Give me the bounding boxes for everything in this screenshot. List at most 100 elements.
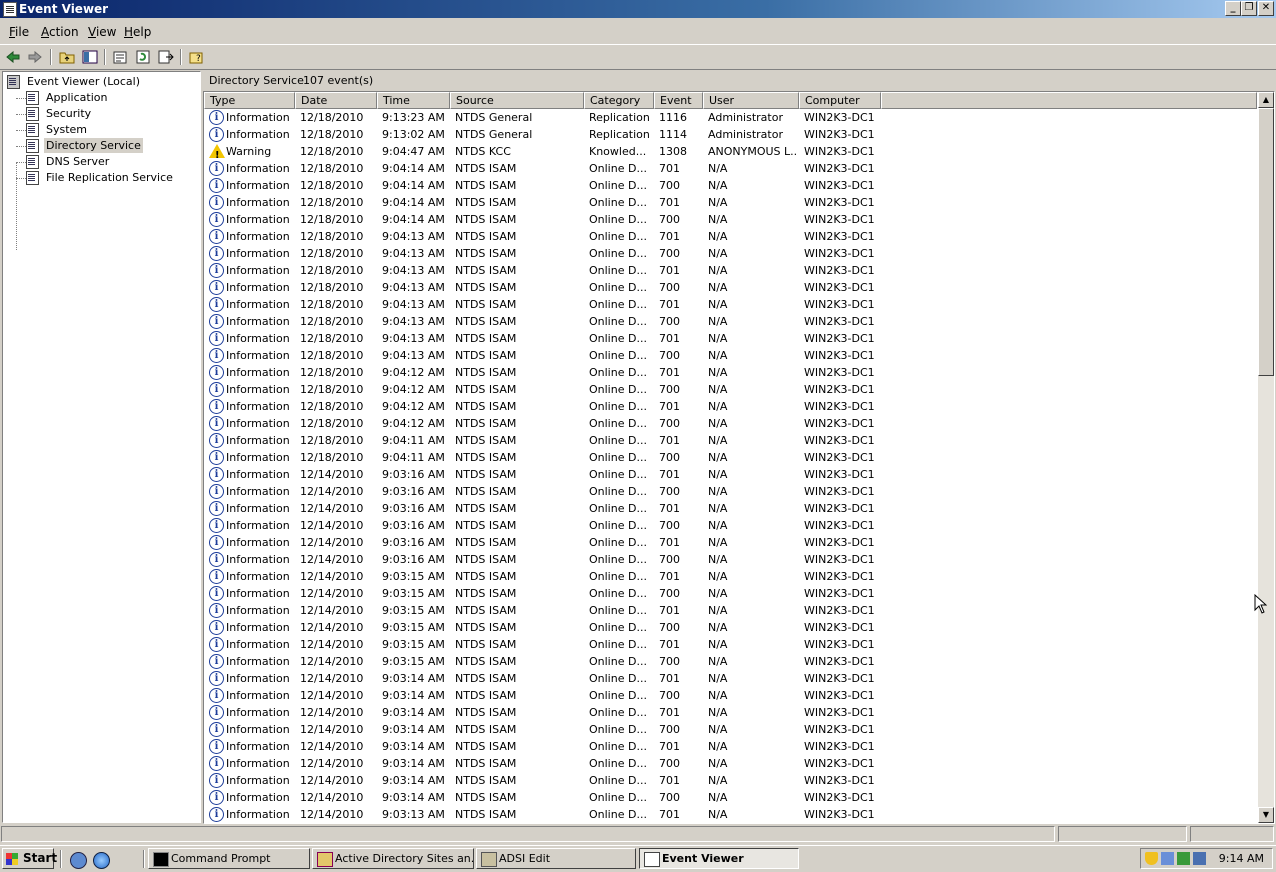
table-row[interactable]: i Information 12/18/2010 9:04:13 AM NTDS ISA… <box>204 330 1257 347</box>
table-row[interactable]: Warning 12/18/2010 9:04:47 AM NTDS KCC Knowl… <box>204 143 1257 164</box>
scroll-up-arrow-icon[interactable]: ▲ <box>1258 92 1274 108</box>
cell-computer: WIN2K3-DC1 <box>804 502 875 515</box>
scrollbar-thumb[interactable] <box>1258 108 1274 376</box>
event-viewer-icon <box>644 852 660 867</box>
show-desktop-icon[interactable] <box>70 852 87 869</box>
table-row[interactable]: i Information 12/18/2010 9:04:12 AM NTDS ISA… <box>204 415 1257 432</box>
cell-category: Online D... <box>589 298 647 311</box>
menu-help-mnemonic: H <box>124 25 134 39</box>
table-row[interactable]: i Information 12/18/2010 9:04:13 AM NTDS ISA… <box>204 245 1257 262</box>
menu-file[interactable]: File <box>9 25 29 39</box>
table-row[interactable]: i Information 12/14/2010 9:03:16 AM NTDS ISA… <box>204 500 1257 517</box>
cell-computer: WIN2K3-DC1 <box>804 757 875 770</box>
column-header-category[interactable]: Category <box>584 92 654 109</box>
export-list-icon[interactable] <box>157 48 175 66</box>
table-row[interactable]: i Information 12/14/2010 9:03:14 AM NTDS ISA… <box>204 755 1257 772</box>
cell-event: 701 <box>659 672 680 685</box>
table-row[interactable]: i Information 12/14/2010 9:03:14 AM NTDS ISA… <box>204 738 1257 755</box>
network-icon[interactable] <box>1161 852 1174 865</box>
table-row[interactable]: i Information 12/14/2010 9:03:13 AM NTDS ISA… <box>204 806 1257 823</box>
refresh-icon[interactable] <box>134 48 152 66</box>
menu-view-mnemonic: V <box>88 25 96 39</box>
help-icon[interactable]: ? <box>188 48 206 66</box>
table-row[interactable]: i Information 12/14/2010 9:03:14 AM NTDS ISA… <box>204 772 1257 789</box>
table-row[interactable]: i Information 12/18/2010 9:04:12 AM NTDS ISA… <box>204 398 1257 415</box>
table-row[interactable]: i Information 12/14/2010 9:03:15 AM NTDS ISA… <box>204 585 1257 602</box>
scroll-down-arrow-icon[interactable]: ▼ <box>1258 807 1274 823</box>
menu-view[interactable]: View <box>88 25 116 39</box>
task-adsi-edit[interactable]: ADSI Edit <box>476 848 636 869</box>
column-header-source[interactable]: Source <box>450 92 584 109</box>
column-header-time[interactable]: Time <box>377 92 450 109</box>
table-row[interactable]: i Information 12/14/2010 9:03:16 AM NTDS ISA… <box>204 534 1257 551</box>
table-row[interactable]: i Information 12/18/2010 9:04:11 AM NTDS ISA… <box>204 449 1257 466</box>
table-row[interactable]: i Information 12/14/2010 9:03:15 AM NTDS ISA… <box>204 619 1257 636</box>
menu-help[interactable]: Help <box>124 25 151 39</box>
vertical-scrollbar[interactable]: ▲ ▼ <box>1258 92 1274 823</box>
table-row[interactable]: i Information 12/14/2010 9:03:15 AM NTDS ISA… <box>204 602 1257 619</box>
show-hide-tree-icon[interactable] <box>81 48 99 66</box>
table-row[interactable]: i Information 12/18/2010 9:04:14 AM NTDS ISA… <box>204 160 1257 177</box>
back-arrow-icon[interactable] <box>4 48 22 66</box>
security-shield-icon[interactable] <box>1145 852 1158 865</box>
display-icon[interactable] <box>1193 852 1206 865</box>
restore-button[interactable]: ❐ <box>1241 1 1257 16</box>
forward-arrow-icon[interactable] <box>26 48 44 66</box>
table-row[interactable]: i Information 12/18/2010 9:04:13 AM NTDS ISA… <box>204 279 1257 296</box>
task-command-prompt[interactable]: Command Prompt <box>148 848 310 869</box>
column-header-event[interactable]: Event <box>654 92 703 109</box>
internet-explorer-icon[interactable] <box>93 852 110 869</box>
table-row[interactable]: i Information 12/14/2010 9:03:16 AM NTDS ISA… <box>204 517 1257 534</box>
table-row[interactable]: i Information 12/14/2010 9:03:16 AM NTDS ISA… <box>204 551 1257 568</box>
cell-time: 9:04:14 AM <box>382 196 445 209</box>
column-header-type[interactable]: Type <box>204 92 295 109</box>
menu-action[interactable]: Action <box>41 25 79 39</box>
table-row[interactable]: i Information 12/18/2010 9:04:14 AM NTDS ISA… <box>204 177 1257 194</box>
table-row[interactable]: i Information 12/18/2010 9:04:12 AM NTDS ISA… <box>204 381 1257 398</box>
start-button[interactable]: Start <box>2 848 57 869</box>
cell-type: Information <box>226 196 290 209</box>
table-row[interactable]: i Information 12/18/2010 9:04:13 AM NTDS ISA… <box>204 296 1257 313</box>
cell-user: N/A <box>708 553 728 566</box>
table-row[interactable]: i Information 12/18/2010 9:04:13 AM NTDS ISA… <box>204 347 1257 364</box>
table-row[interactable]: i Information 12/18/2010 9:04:12 AM NTDS ISA… <box>204 364 1257 381</box>
cell-source: NTDS ISAM <box>455 536 517 549</box>
table-row[interactable]: i Information 12/18/2010 9:13:02 AM NTDS Gen… <box>204 126 1257 143</box>
table-row[interactable]: i Information 12/18/2010 9:04:11 AM NTDS ISA… <box>204 432 1257 449</box>
tree-item-label: Application <box>46 91 108 104</box>
table-row[interactable]: i Information 12/18/2010 9:04:13 AM NTDS ISA… <box>204 313 1257 330</box>
table-row[interactable]: i Information 12/14/2010 9:03:14 AM NTDS ISA… <box>204 704 1257 721</box>
cell-computer: WIN2K3-DC1 <box>804 400 875 413</box>
close-button[interactable]: ✕ <box>1258 1 1274 16</box>
table-row[interactable]: i Information 12/18/2010 9:13:23 AM NTDS Gen… <box>204 109 1257 126</box>
table-row[interactable]: i Information 12/14/2010 9:03:15 AM NTDS ISA… <box>204 636 1257 653</box>
up-folder-icon[interactable] <box>58 48 76 66</box>
table-row[interactable]: i Information 12/14/2010 9:03:14 AM NTDS ISA… <box>204 721 1257 738</box>
table-row[interactable]: i Information 12/14/2010 9:03:14 AM NTDS ISA… <box>204 687 1257 704</box>
cell-event: 701 <box>659 264 680 277</box>
table-row[interactable]: i Information 12/18/2010 9:04:14 AM NTDS ISA… <box>204 211 1257 228</box>
properties-icon[interactable] <box>111 48 129 66</box>
column-header-computer[interactable]: Computer <box>799 92 881 109</box>
cell-date: 12/14/2010 <box>300 672 364 685</box>
table-row[interactable]: i Information 12/18/2010 9:04:14 AM NTDS ISA… <box>204 194 1257 211</box>
cell-date: 12/18/2010 <box>300 128 364 141</box>
table-row[interactable]: i Information 12/14/2010 9:03:16 AM NTDS ISA… <box>204 466 1257 483</box>
table-row[interactable]: i Information 12/18/2010 9:04:13 AM NTDS ISA… <box>204 262 1257 279</box>
tray-app-icon[interactable] <box>1177 852 1190 865</box>
table-row[interactable]: i Information 12/14/2010 9:03:15 AM NTDS ISA… <box>204 568 1257 585</box>
table-row[interactable]: i Information 12/14/2010 9:03:15 AM NTDS ISA… <box>204 653 1257 670</box>
cell-user: N/A <box>708 757 728 770</box>
table-row[interactable]: i Information 12/14/2010 9:03:14 AM NTDS ISA… <box>204 789 1257 806</box>
column-header-user[interactable]: User <box>703 92 799 109</box>
column-header-date[interactable]: Date <box>295 92 377 109</box>
cell-type: Information <box>226 638 290 651</box>
cell-time: 9:03:15 AM <box>382 621 445 634</box>
minimize-button[interactable]: _ <box>1225 1 1241 16</box>
task-event-viewer[interactable]: Event Viewer <box>639 848 799 869</box>
table-row[interactable]: i Information 12/14/2010 9:03:14 AM NTDS ISA… <box>204 670 1257 687</box>
task-active-directory-sites[interactable]: Active Directory Sites an... <box>312 848 474 869</box>
cell-event: 701 <box>659 536 680 549</box>
table-row[interactable]: i Information 12/14/2010 9:03:16 AM NTDS ISA… <box>204 483 1257 500</box>
table-row[interactable]: i Information 12/18/2010 9:04:13 AM NTDS ISA… <box>204 228 1257 245</box>
